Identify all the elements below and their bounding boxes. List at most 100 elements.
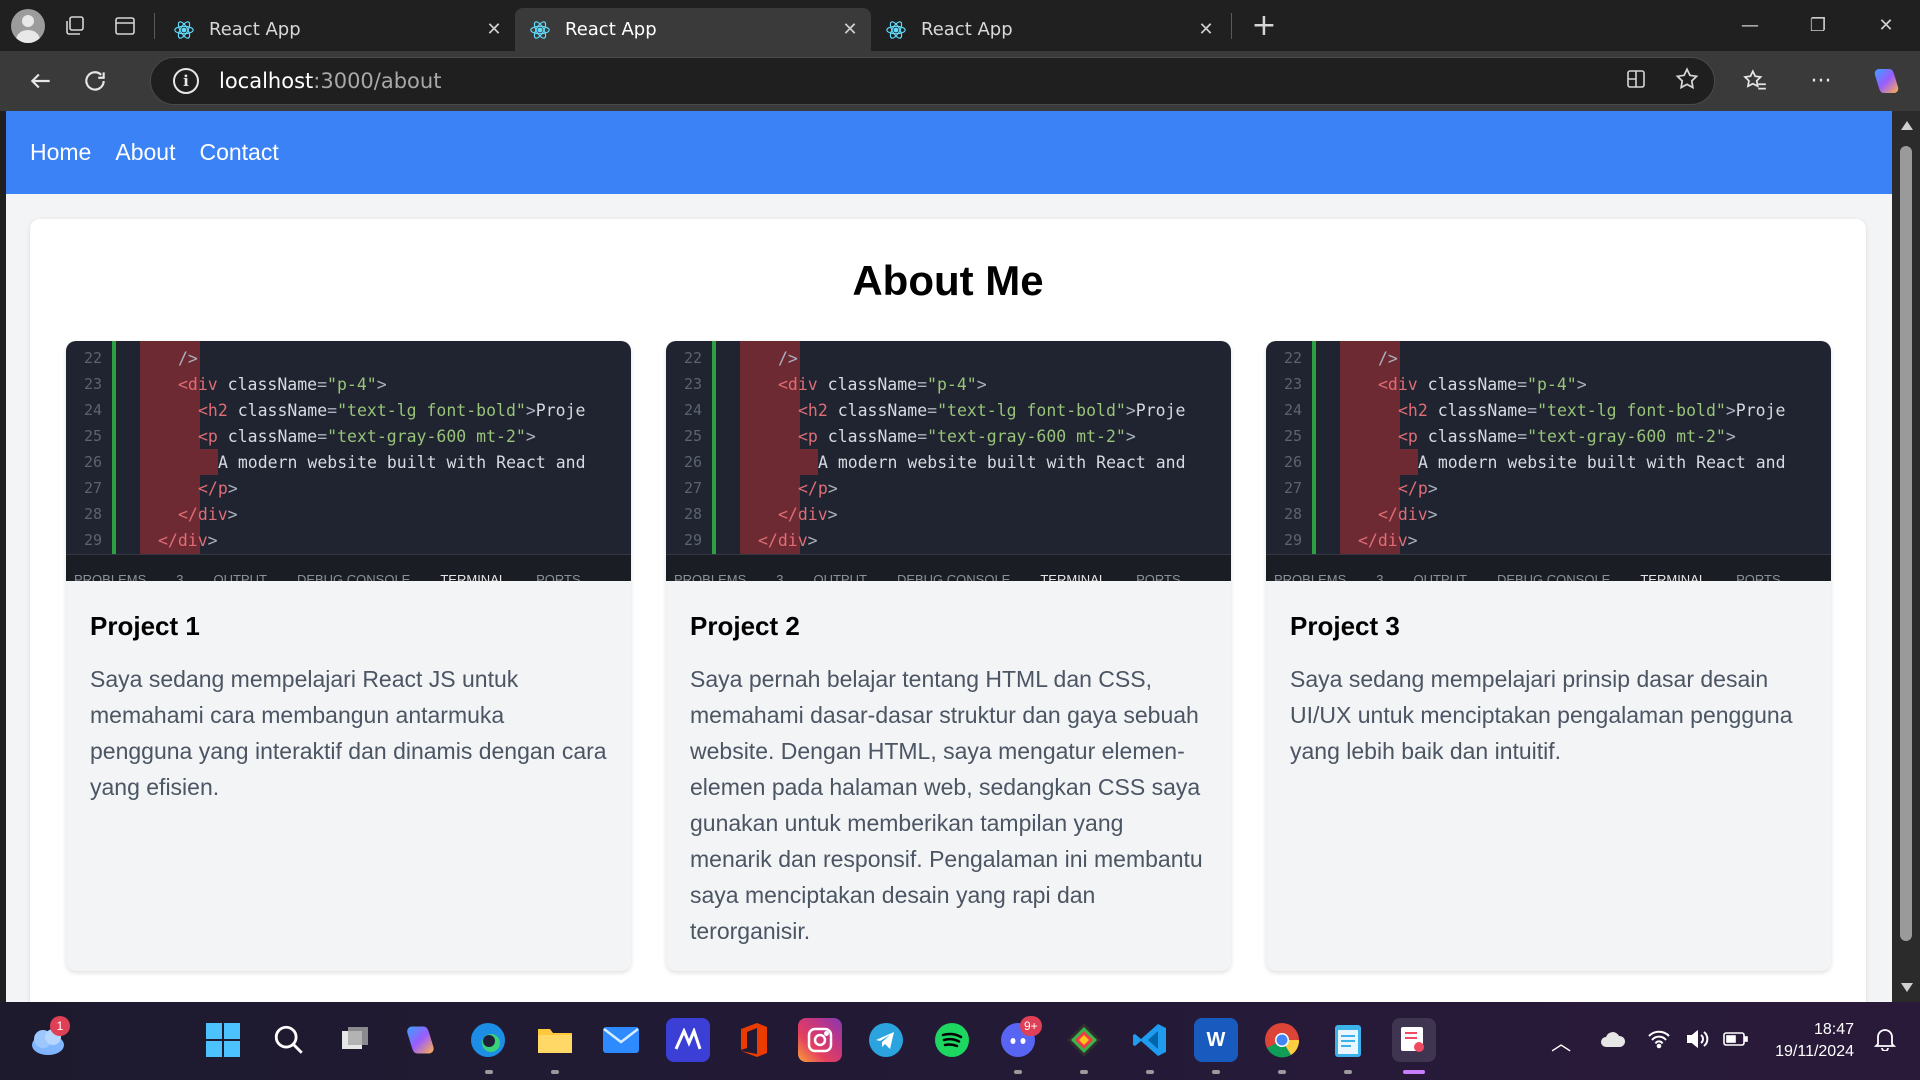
project-card[interactable]: 22 /> 23 <div className="p-4"> 24 <h2 classNa… bbox=[66, 341, 631, 971]
system-tray: ︿ 18:47 19/11/2024 bbox=[1551, 1002, 1920, 1080]
edge-browser-icon[interactable] bbox=[466, 1018, 510, 1062]
scroll-thumb[interactable] bbox=[1900, 146, 1912, 941]
notification-bell-icon[interactable] bbox=[1873, 1027, 1897, 1055]
url-text[interactable]: localhost:3000/about bbox=[219, 69, 441, 93]
site-info-icon[interactable]: i bbox=[173, 68, 199, 94]
battery-icon[interactable] bbox=[1723, 1031, 1749, 1051]
browser-tab-3[interactable]: React App ✕ bbox=[871, 8, 1227, 51]
file-explorer-icon[interactable] bbox=[533, 1018, 577, 1062]
copilot-app-icon[interactable] bbox=[399, 1018, 443, 1062]
telegram-icon[interactable] bbox=[864, 1018, 908, 1062]
panel-tab: DEBUG CONSOLE bbox=[896, 572, 1011, 581]
windows-taskbar: 1 9+ W ︿ 18:47 19/11/2024 bbox=[0, 1002, 1920, 1080]
spotify-icon[interactable] bbox=[930, 1018, 974, 1062]
favorite-star-icon[interactable] bbox=[1674, 66, 1700, 96]
code-line: 24 <h2 className="text-lg font-bold">Proj… bbox=[66, 397, 631, 423]
panel-tab: DEBUG CONSOLE bbox=[296, 572, 411, 581]
tab-title: React App bbox=[565, 19, 657, 40]
close-icon[interactable]: ✕ bbox=[483, 19, 505, 41]
search-icon[interactable] bbox=[267, 1018, 311, 1062]
favorites-icon[interactable] bbox=[1722, 51, 1788, 111]
back-button[interactable] bbox=[14, 54, 68, 108]
browser-toolbar: i localhost:3000/about ··· bbox=[0, 51, 1920, 111]
code-line: 24 <h2 className="text-lg font-bold">Proj… bbox=[666, 397, 1231, 423]
editor-panel-tabs: PROBLEMS 3 OUTPUT DEBUG CONSOLE TERMINAL PORT… bbox=[66, 554, 631, 581]
chrome-icon[interactable] bbox=[1260, 1018, 1304, 1062]
code-line: 27 </p> bbox=[1266, 475, 1831, 501]
code-line: 23 <div className="p-4"> bbox=[666, 371, 1231, 397]
code-text: /> bbox=[1378, 348, 1398, 368]
project-card[interactable]: 22 /> 23 <div className="p-4"> 24 <h2 classNa… bbox=[666, 341, 1231, 971]
office-icon[interactable] bbox=[732, 1018, 776, 1062]
browser-tab-1[interactable]: React App ✕ bbox=[159, 8, 515, 51]
start-button-icon[interactable] bbox=[201, 1018, 245, 1062]
taskbar-clock[interactable]: 18:47 19/11/2024 bbox=[1775, 1019, 1854, 1063]
react-icon bbox=[529, 19, 551, 41]
workspaces-icon[interactable] bbox=[50, 0, 100, 51]
close-icon[interactable]: ✕ bbox=[839, 19, 861, 41]
code-line: 29 </div> bbox=[66, 527, 631, 553]
scroll-down-arrow-icon[interactable] bbox=[1901, 983, 1913, 992]
code-line: 23 <div className="p-4"> bbox=[66, 371, 631, 397]
running-indicator bbox=[1080, 1070, 1088, 1074]
git-client-icon[interactable] bbox=[1062, 1018, 1106, 1062]
chevron-up-icon[interactable]: ︿ bbox=[1551, 1027, 1571, 1056]
code-line: 29 </div> bbox=[1266, 527, 1831, 553]
browser-tab-2[interactable]: React App ✕ bbox=[515, 8, 871, 51]
url-path: :3000/about bbox=[313, 69, 442, 93]
task-view-icon[interactable] bbox=[333, 1018, 377, 1062]
panel-tab: TERMINAL bbox=[1040, 572, 1107, 581]
code-line: 25 <p className="text-gray-600 mt-2"> bbox=[666, 423, 1231, 449]
page-title: About Me bbox=[852, 257, 1044, 304]
panel-tab: PORTS bbox=[1736, 572, 1781, 581]
code-text: /> bbox=[178, 348, 198, 368]
volume-icon[interactable] bbox=[1685, 1029, 1709, 1053]
line-number: 27 bbox=[683, 479, 702, 497]
split-screen-icon[interactable] bbox=[1624, 67, 1648, 95]
line-number: 22 bbox=[1283, 349, 1302, 367]
vscode-icon[interactable] bbox=[1128, 1018, 1172, 1062]
code-text: </div> bbox=[758, 530, 818, 550]
copilot-icon[interactable] bbox=[1854, 51, 1920, 111]
minimize-button[interactable]: — bbox=[1716, 0, 1784, 51]
code-line: 28 </div> bbox=[666, 501, 1231, 527]
project-card[interactable]: 22 /> 23 <div className="p-4"> 24 <h2 classNa… bbox=[1266, 341, 1831, 971]
line-number: 28 bbox=[83, 505, 102, 523]
project-image: 22 /> 23 <div className="p-4"> 24 <h2 classNa… bbox=[666, 341, 1231, 581]
tab-actions-icon[interactable] bbox=[100, 0, 150, 51]
site-navbar: Home About Contact bbox=[6, 111, 1892, 194]
clock-time: 18:47 bbox=[1813, 1021, 1854, 1038]
line-number: 26 bbox=[683, 453, 702, 471]
line-number: 25 bbox=[683, 427, 702, 445]
snipping-tool-icon[interactable] bbox=[1392, 1018, 1436, 1062]
reload-button[interactable] bbox=[68, 54, 122, 108]
math-app-icon[interactable] bbox=[666, 1018, 710, 1062]
mail-icon[interactable] bbox=[599, 1018, 643, 1062]
word-icon[interactable]: W bbox=[1194, 1018, 1238, 1062]
nav-link-home[interactable]: Home bbox=[30, 139, 91, 166]
new-tab-button[interactable]: + bbox=[1242, 4, 1286, 48]
nav-link-about[interactable]: About bbox=[115, 139, 175, 166]
more-options-icon[interactable]: ··· bbox=[1788, 51, 1854, 111]
profile-button[interactable] bbox=[0, 0, 50, 51]
address-bar[interactable]: i localhost:3000/about bbox=[150, 57, 1715, 105]
wifi-icon[interactable] bbox=[1647, 1029, 1671, 1053]
window-controls: — ❐ ✕ bbox=[1716, 0, 1920, 51]
code-line: 26 A modern website built with React and bbox=[1266, 449, 1831, 475]
close-icon[interactable]: ✕ bbox=[1195, 19, 1217, 41]
instagram-icon[interactable] bbox=[798, 1018, 842, 1062]
nav-link-contact[interactable]: Contact bbox=[199, 139, 278, 166]
code-text: /> bbox=[778, 348, 798, 368]
notepad-icon[interactable] bbox=[1326, 1018, 1370, 1062]
project-description: Saya sedang mempelajari React JS untuk m… bbox=[90, 666, 607, 800]
scroll-up-arrow-icon[interactable] bbox=[1901, 121, 1913, 130]
line-number: 25 bbox=[1283, 427, 1302, 445]
tab-title: React App bbox=[921, 19, 1013, 40]
panel-tab: PORTS bbox=[536, 572, 581, 581]
page-scrollbar[interactable] bbox=[1892, 111, 1920, 1002]
panel-tab: PROBLEMS bbox=[1274, 572, 1347, 581]
restore-button[interactable]: ❐ bbox=[1784, 0, 1852, 51]
profile-avatar bbox=[11, 8, 45, 43]
onedrive-icon[interactable] bbox=[1599, 1029, 1627, 1053]
window-close-button[interactable]: ✕ bbox=[1852, 0, 1920, 51]
